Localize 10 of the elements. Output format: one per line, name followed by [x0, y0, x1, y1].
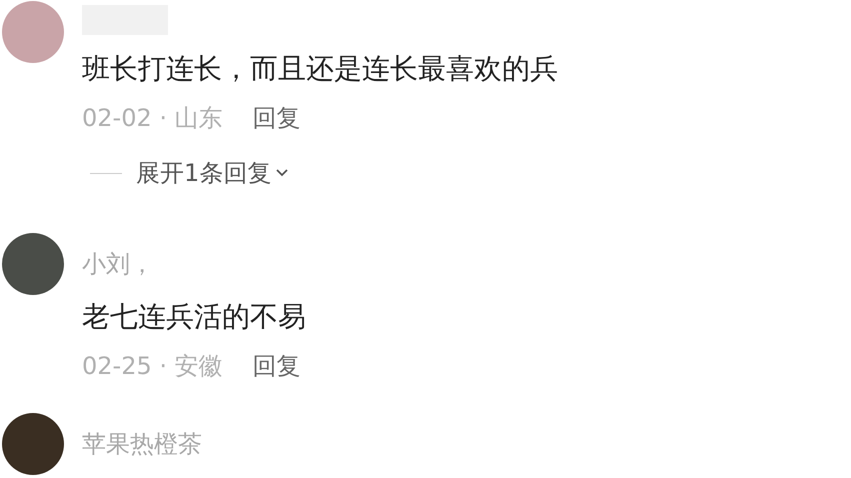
expand-replies-link[interactable]: 展开1条回复	[136, 157, 290, 189]
reply-link[interactable]: 回复	[252, 349, 301, 383]
comment-meta: 02-02 · 山东	[82, 103, 223, 134]
comment-text: 班长打连长，而且还是连长最喜欢的兵	[82, 51, 558, 87]
reply-link[interactable]: 回复	[252, 101, 301, 135]
comment-meta: 02-25 · 安徽	[82, 351, 223, 382]
username: 苹果热橙茶	[82, 429, 202, 460]
username: 小刘，	[82, 249, 155, 280]
chevron-icon	[275, 168, 290, 178]
comment-text: 老七连兵活的不易	[82, 299, 306, 335]
